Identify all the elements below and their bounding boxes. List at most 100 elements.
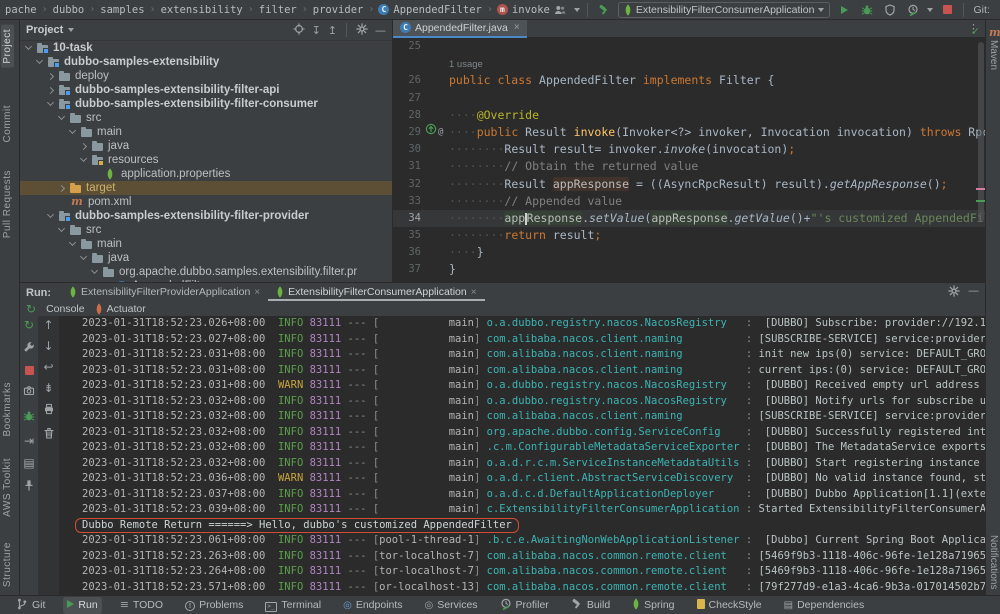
code-line[interactable]: 30········Result result= invoker.invoke(…	[393, 141, 985, 158]
statusbar-item-build[interactable]: Build	[567, 597, 614, 614]
tree-row[interactable]: org.apache.dubbo.samples.extensibility.f…	[20, 265, 392, 279]
code-line[interactable]: 31········// Obtain the returned value	[393, 158, 985, 175]
usages-inlay-hint[interactable]: 1 usage	[449, 59, 483, 70]
editor-scrollbar[interactable]	[978, 42, 984, 222]
hide-panel-icon[interactable]: —	[375, 25, 386, 36]
editor-tab[interactable]: C AppendedFilter.java ×	[393, 20, 527, 38]
stop-icon[interactable]	[25, 366, 34, 375]
breadcrumb-item-class[interactable]: AppendedFilter	[392, 4, 483, 16]
coverage-button[interactable]	[881, 2, 899, 18]
tree-row[interactable]: src	[20, 223, 392, 237]
pin-icon[interactable]	[23, 479, 35, 494]
chevron-right-icon[interactable]	[47, 86, 54, 93]
thread-dump-camera-icon[interactable]	[23, 385, 35, 400]
code-line[interactable]: 37}	[393, 261, 985, 278]
stripe-maven-button[interactable]: Maven	[988, 40, 999, 70]
tree-row[interactable]: src	[20, 111, 392, 125]
expand-all-icon[interactable]: ↧	[312, 25, 321, 36]
tree-row[interactable]: java	[20, 139, 392, 153]
code-line[interactable]: 27	[393, 90, 985, 107]
down-stack-trace-icon[interactable]: ↓	[43, 340, 53, 352]
chevron-right-icon[interactable]	[47, 72, 54, 79]
statusbar-item-checkstyle[interactable]: CheckStyle	[693, 597, 766, 614]
tree-row[interactable]: dubbo-samples-extensibility	[20, 55, 392, 69]
tree-row[interactable]: 10-task	[20, 41, 392, 55]
chevron-right-icon[interactable]	[80, 142, 87, 149]
stripe-commit-button[interactable]: Commit	[2, 105, 13, 142]
tree-row[interactable]: application.properties	[20, 167, 392, 181]
tree-row[interactable]: deploy	[20, 69, 392, 83]
statusbar-item-git[interactable]: Git	[12, 597, 49, 614]
chevron-right-icon[interactable]	[58, 184, 65, 191]
tab-console[interactable]: Console	[46, 303, 85, 315]
code-line[interactable]: 32········Result appResponse = ((AsyncRp…	[393, 176, 985, 193]
statusbar-item-spring[interactable]: Spring	[628, 597, 678, 614]
layout-icon[interactable]: ▤	[23, 457, 34, 469]
close-icon[interactable]: ×	[471, 287, 477, 298]
code-line[interactable]: 33········// Appended value	[393, 193, 985, 210]
scroll-to-end-icon[interactable]: ⇟	[43, 382, 53, 394]
restart-spring-icon[interactable]	[23, 410, 35, 425]
code-line[interactable]: 28····@Override	[393, 107, 985, 124]
code-line[interactable]: 1 usage	[393, 55, 985, 72]
statusbar-item-run[interactable]: Run	[63, 597, 101, 614]
run-tab-consumer[interactable]: ExtensibilityFilterConsumerApplication ×	[268, 286, 484, 301]
console-output[interactable]: 2023-01-31T18:52:23.026+08:00 INFO 83111…	[60, 316, 985, 595]
chevron-down-icon[interactable]	[927, 8, 933, 12]
stripe-notifications-button[interactable]: Notifications	[988, 535, 999, 589]
code-with-me-users-icon[interactable]	[551, 2, 569, 18]
build-hammer-icon[interactable]	[595, 2, 613, 18]
stripe-aws-toolkit-button[interactable]: AWS Toolkit	[2, 458, 13, 517]
exit-icon[interactable]: ⇥	[24, 435, 34, 447]
code-line[interactable]: 25	[393, 38, 985, 55]
soft-wrap-icon[interactable]: ↩	[43, 361, 53, 373]
stripe-pull-requests-button[interactable]: Pull Requests	[2, 170, 13, 238]
stop-button[interactable]	[938, 2, 956, 18]
hide-panel-icon[interactable]: —	[968, 285, 979, 300]
breadcrumb-item[interactable]: provider	[312, 4, 365, 16]
chevron-down-icon[interactable]	[25, 43, 32, 50]
statusbar-item-todo[interactable]: ≡TODO	[116, 597, 167, 614]
chevron-down-icon[interactable]	[47, 99, 54, 106]
breadcrumb-item[interactable]: extensibility	[160, 4, 244, 16]
chevron-down-icon[interactable]	[91, 267, 98, 274]
breadcrumb-item[interactable]: dubbo	[52, 4, 86, 16]
breadcrumb-item-method[interactable]: invoke	[511, 4, 551, 16]
close-icon[interactable]: ×	[254, 287, 260, 298]
inspections-ok-icon[interactable]: ✓	[971, 25, 980, 38]
print-icon[interactable]	[43, 403, 55, 418]
locate-file-icon[interactable]	[293, 23, 305, 38]
tree-row[interactable]: main	[20, 125, 392, 139]
tree-row[interactable]: main	[20, 237, 392, 251]
tree-row[interactable]: target	[20, 181, 392, 195]
code-line[interactable]: 34········appResponse.setValue(appRespon…	[393, 210, 985, 227]
statusbar-item-terminal[interactable]: >_Terminal	[261, 597, 325, 614]
chevron-down-icon[interactable]	[574, 8, 580, 12]
options-gear-icon[interactable]	[948, 285, 960, 300]
profiler-button[interactable]	[904, 2, 922, 18]
chevron-down-icon[interactable]	[80, 253, 87, 260]
breadcrumb-item[interactable]: filter	[258, 4, 298, 16]
tree-row[interactable]: java	[20, 251, 392, 265]
code-line[interactable]: 29@····public Result invoke(Invoker<?> i…	[393, 124, 985, 141]
tree-row[interactable]: mpom.xml	[20, 195, 392, 209]
run-tab-provider[interactable]: ExtensibilityFilterProviderApplication ×	[61, 286, 268, 301]
project-panel-title[interactable]: Project	[26, 24, 74, 36]
code-line[interactable]: 35········return result;	[393, 227, 985, 244]
tree-row[interactable]: dubbo-samples-extensibility-filter-provi…	[20, 209, 392, 223]
options-gear-icon[interactable]	[356, 23, 368, 38]
run-button[interactable]	[835, 2, 853, 18]
run-configuration-select[interactable]: ExtensibilityFilterConsumerApplication	[618, 2, 831, 18]
tree-row[interactable]: dubbo-samples-extensibility-filter-api	[20, 83, 392, 97]
tree-row[interactable]: dubbo-samples-extensibility-filter-consu…	[20, 97, 392, 111]
statusbar-item-services[interactable]: ◎Services	[421, 597, 482, 614]
override-gutter-icon[interactable]	[425, 123, 437, 142]
code-editor[interactable]: 251 usage26public class AppendedFilter i…	[393, 38, 985, 282]
stripe-bookmarks-button[interactable]: Bookmarks	[2, 382, 13, 437]
statusbar-item-profiler[interactable]: Profiler	[496, 597, 553, 614]
edit-configuration-wrench-icon[interactable]	[23, 341, 35, 356]
tree-row[interactable]: resources	[20, 153, 392, 167]
stripe-structure-button[interactable]: Structure	[2, 542, 13, 587]
chevron-down-icon[interactable]	[69, 127, 76, 134]
chevron-down-icon[interactable]	[80, 155, 87, 162]
